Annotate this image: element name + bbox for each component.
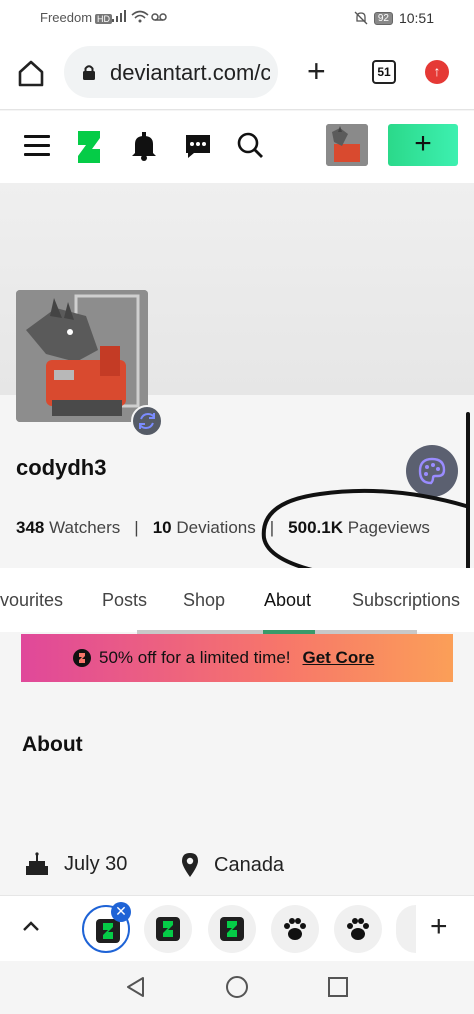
watchers-count: 348 bbox=[16, 518, 45, 537]
bell-icon[interactable] bbox=[130, 131, 158, 161]
chevron-up-icon[interactable] bbox=[20, 918, 42, 934]
location-text: Canada bbox=[214, 853, 285, 876]
tab-thumbnail-partial[interactable] bbox=[396, 905, 416, 953]
refresh-icon bbox=[139, 412, 155, 430]
promo-text: 50% off for a limited time! bbox=[99, 648, 291, 667]
deviantart-favicon-icon bbox=[227, 921, 237, 937]
birthday-text: July 30 bbox=[64, 852, 128, 875]
signal-icon bbox=[112, 10, 167, 23]
deviantart-logo[interactable] bbox=[76, 129, 102, 165]
core-badge-icon bbox=[73, 649, 91, 667]
deviantart-favicon-icon bbox=[103, 923, 113, 939]
wolf-avatar-icon bbox=[16, 290, 148, 422]
browser-toolbar: deviantart.com/c + 51 ↑ bbox=[0, 36, 474, 110]
hand-drawn-circle-annotation bbox=[261, 412, 470, 585]
stat-separator: | bbox=[134, 518, 139, 537]
lock-icon bbox=[83, 65, 95, 80]
tab-thumbnail[interactable] bbox=[144, 905, 192, 953]
home-icon[interactable] bbox=[16, 58, 46, 88]
tab-thumbnail[interactable] bbox=[271, 905, 319, 953]
update-icon[interactable]: ↑ bbox=[425, 60, 449, 84]
browser-tab-strip bbox=[0, 895, 474, 961]
mute-bell-icon bbox=[354, 11, 368, 25]
clock: 10:51 bbox=[398, 10, 434, 26]
address-bar[interactable]: deviantart.com/c bbox=[64, 46, 278, 98]
watchers-label[interactable]: Watchers bbox=[49, 518, 120, 537]
hd-badge: HD bbox=[95, 13, 113, 24]
tab-thumbnail[interactable] bbox=[208, 905, 256, 953]
deviantart-favicon-icon bbox=[163, 921, 173, 937]
birthday-row: July 30 bbox=[24, 852, 127, 876]
change-avatar-button[interactable] bbox=[131, 405, 163, 437]
location-pin-icon bbox=[182, 853, 198, 877]
url-text: deviantart.com/c bbox=[110, 60, 270, 85]
tab-strip-new-tab-button[interactable]: + bbox=[430, 912, 448, 942]
cake-icon bbox=[26, 852, 48, 875]
paw-icon bbox=[284, 918, 306, 940]
home-circle-icon[interactable] bbox=[225, 975, 249, 999]
tab-subscriptions[interactable]: Subscriptions bbox=[352, 590, 460, 611]
tab-thumbnail[interactable] bbox=[334, 905, 382, 953]
deviations-count: 10 bbox=[152, 518, 172, 537]
battery-indicator: 92 bbox=[373, 11, 393, 25]
about-heading: About bbox=[22, 733, 83, 756]
paw-icon bbox=[347, 918, 369, 940]
get-core-link[interactable]: Get Core bbox=[303, 648, 375, 668]
tab-shop[interactable]: Shop bbox=[183, 590, 225, 611]
new-tab-button[interactable]: + bbox=[307, 55, 326, 87]
tab-favourites[interactable]: vourites bbox=[0, 590, 63, 611]
chat-icon[interactable] bbox=[184, 133, 212, 159]
create-button[interactable]: + bbox=[388, 124, 458, 166]
signal-wifi-icons bbox=[112, 9, 172, 26]
tab-about[interactable]: About bbox=[264, 590, 311, 611]
status-bar: Freedom HD 92 10:51 bbox=[0, 0, 474, 36]
menu-icon[interactable] bbox=[24, 135, 50, 157]
back-icon[interactable] bbox=[124, 975, 148, 999]
system-navigation-bar bbox=[0, 961, 474, 1014]
profile-username: codydh3 bbox=[16, 455, 107, 480]
location-row: Canada bbox=[180, 852, 284, 878]
profile-avatar[interactable] bbox=[16, 290, 148, 422]
tab-posts[interactable]: Posts bbox=[102, 590, 147, 611]
profile-tabs: vourites Posts Shop About Subscriptions bbox=[0, 568, 474, 632]
wolf-avatar-icon bbox=[326, 124, 368, 166]
deviations-label[interactable]: Deviations bbox=[176, 518, 255, 537]
close-tab-button[interactable]: ✕ bbox=[111, 902, 131, 922]
search-icon[interactable] bbox=[236, 131, 264, 159]
user-avatar-small[interactable] bbox=[326, 124, 368, 166]
site-header: + bbox=[0, 111, 474, 183]
carrier-name: Freedom HD bbox=[40, 10, 113, 25]
tab-switcher-button[interactable]: 51 bbox=[372, 60, 396, 84]
promo-banner[interactable]: 50% off for a limited time! Get Core bbox=[21, 634, 453, 682]
recents-icon[interactable] bbox=[326, 975, 350, 999]
status-right: 92 10:51 bbox=[354, 10, 434, 26]
